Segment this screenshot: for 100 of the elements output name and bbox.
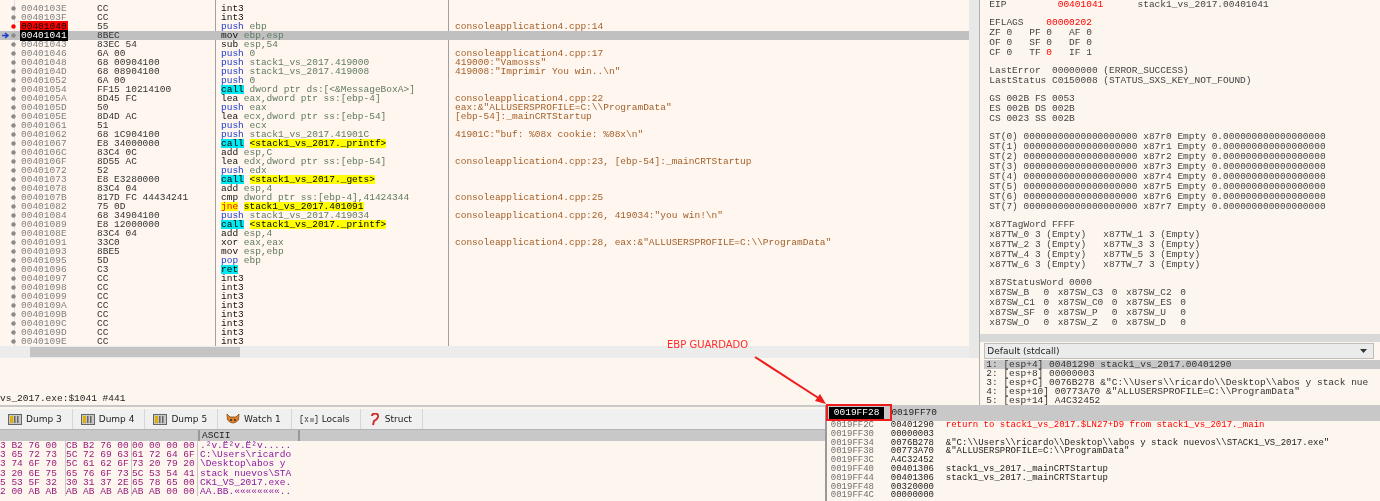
comment-cell: consoleapplication4.cpp:26, 419034:"you win!\n" [455, 210, 723, 221]
register-text: 0 [1006, 48, 1014, 58]
address-cell: 0040106F [20, 156, 68, 167]
dot-icon[interactable] [11, 339, 16, 344]
bytes-cell-text: 33C0 [96, 238, 121, 247]
dot-icon[interactable] [11, 267, 16, 272]
register-text: LastError [989, 66, 1042, 76]
dot-icon[interactable] [11, 213, 16, 218]
register-text: IF [1069, 48, 1082, 58]
dot-icon[interactable] [11, 294, 16, 299]
dot-icon[interactable] [11, 195, 16, 200]
annotation-label: EBP GUARDADO [667, 339, 749, 351]
dot-icon[interactable] [11, 60, 16, 65]
selected-row[interactable]: 00401041 8BEC mov ebp,esp [0, 31, 970, 40]
hex-cell: 2 00 AB AB [0, 486, 66, 497]
dot-icon[interactable] [11, 249, 16, 254]
dot-icon[interactable] [11, 258, 16, 263]
stack-header-cell[interactable]: 0019FF70 [886, 407, 942, 419]
register-text: Empty [1177, 142, 1207, 152]
ascii-cell-text: stack nuevos\STA [199, 468, 292, 478]
hex-cell: 61 72 64 6F [132, 450, 198, 460]
horizontal-scrollbar[interactable] [0, 346, 980, 358]
argument-row[interactable]: 3: [esp+C] 0076B278 &"C:\\Users\\ricardo\\Desktop\\abos y stack nue [984, 378, 1380, 387]
mnemonic: int3 [221, 4, 244, 13]
dot-icon[interactable] [11, 186, 16, 191]
register-text: 0 [1043, 288, 1051, 298]
address-cell: 00401067 [20, 138, 68, 149]
comment-cell: return to stack1_vs_2017.$LN27+D9 from stack1_vs_2017._main [945, 421, 1265, 430]
dot-icon[interactable] [11, 33, 16, 38]
operand: ebp [243, 256, 261, 265]
address-cell: 00401099 [20, 291, 68, 302]
register-text: CF [989, 48, 1002, 58]
dot-icon[interactable] [11, 114, 16, 119]
register-text: x87SW_C2 [1126, 288, 1173, 298]
dot-icon[interactable] [11, 285, 16, 290]
dot-icon[interactable] [11, 78, 16, 83]
dot-icon[interactable] [11, 276, 16, 281]
address-cell-text: 0019FF34 [829, 438, 875, 448]
dot-icon[interactable] [11, 132, 16, 137]
register-text: SS [1034, 114, 1048, 124]
register-text: 3 [1148, 260, 1156, 270]
dot-icon[interactable] [11, 150, 16, 155]
dot-icon[interactable] [11, 6, 16, 11]
register-text: 0 [1006, 38, 1014, 48]
register-text: 3 [1034, 260, 1042, 270]
operand: dword ptr ds:[<&MessageBoxA>] [249, 85, 415, 94]
breakpoint-icon[interactable] [11, 24, 16, 29]
argument-row[interactable]: 2: [esp+8] 00000003 [984, 369, 1380, 378]
dot-icon[interactable] [11, 123, 16, 128]
dot-icon[interactable] [11, 42, 16, 47]
dot-icon[interactable] [11, 204, 16, 209]
dot-icon[interactable] [11, 321, 16, 326]
register-text: 0 [1180, 288, 1187, 298]
dot-icon[interactable] [11, 69, 16, 74]
hex-cell: AB AB AB AB [66, 486, 132, 497]
dot-icon[interactable] [11, 141, 16, 146]
register-text: C0150008 [1052, 76, 1099, 86]
operand: <stack1_vs_2017._printf> [249, 139, 387, 148]
register-text: 00000000000000000000 [1023, 172, 1139, 182]
argument-row[interactable]: 5: [esp+14] A4C32452 [984, 396, 1380, 405]
dot-icon[interactable] [11, 330, 16, 335]
bytes-cell-text: 75 0D [96, 202, 127, 211]
dot-icon[interactable] [11, 240, 16, 245]
register-text: ST(4) [989, 172, 1019, 182]
argument-row[interactable]: 1: [esp+4] 00401290 stack1_vs_2017.00401290 [984, 360, 1380, 369]
register-text: x87r6 [1143, 192, 1173, 202]
dot-icon[interactable] [11, 168, 16, 173]
dot-icon[interactable] [11, 222, 16, 227]
operand: stack1_vs_2017.419034 [249, 211, 370, 220]
register-text: 002B [1052, 104, 1076, 114]
dot-icon[interactable] [11, 105, 16, 110]
argument-row[interactable]: 4: [esp+10] 00773A70 &"ALLUSERSPROFILE=C:\\ProgramData" [984, 387, 1380, 396]
dot-icon[interactable] [11, 177, 16, 182]
register-text: stack1_vs_2017.00401041 [1137, 0, 1270, 10]
dot-icon[interactable] [11, 51, 16, 56]
register-text: 002B [1006, 94, 1031, 104]
dot-icon[interactable] [11, 96, 16, 101]
stack-header-cell[interactable]: 0019FF28 [828, 407, 885, 419]
dot-icon[interactable] [11, 231, 16, 236]
register-text: x87TW_0 [989, 230, 1031, 240]
mnemonic: int3 [221, 301, 244, 310]
hex-cell: 3 74 6F 70 [0, 459, 66, 469]
status-text: vs_2017.exe:$1041 #441 [0, 393, 126, 404]
operand: eax,dword ptr ss:[ebp-4] [243, 94, 381, 103]
register-text: FS [1034, 94, 1048, 104]
dot-icon[interactable] [11, 15, 16, 20]
bytes-cell-text: E8 12000000 [96, 220, 161, 229]
dot-icon[interactable] [11, 159, 16, 164]
dot-icon[interactable] [11, 312, 16, 317]
dot-icon[interactable] [11, 87, 16, 92]
register-text: Empty [1177, 172, 1207, 182]
register-text: ST(7) [989, 202, 1019, 212]
address-cell: 00401096 [20, 264, 68, 275]
value-cell-text: 00401306 [890, 465, 935, 474]
register-text: 00000202 [1046, 18, 1093, 28]
dot-icon[interactable] [11, 303, 16, 308]
address-cell: 0040109D [20, 327, 68, 338]
calling-convention-dropdown[interactable]: Default (stdcall) [984, 343, 1374, 359]
bytes-cell-text: CC [96, 274, 110, 283]
operand: esp,4 [243, 229, 273, 238]
